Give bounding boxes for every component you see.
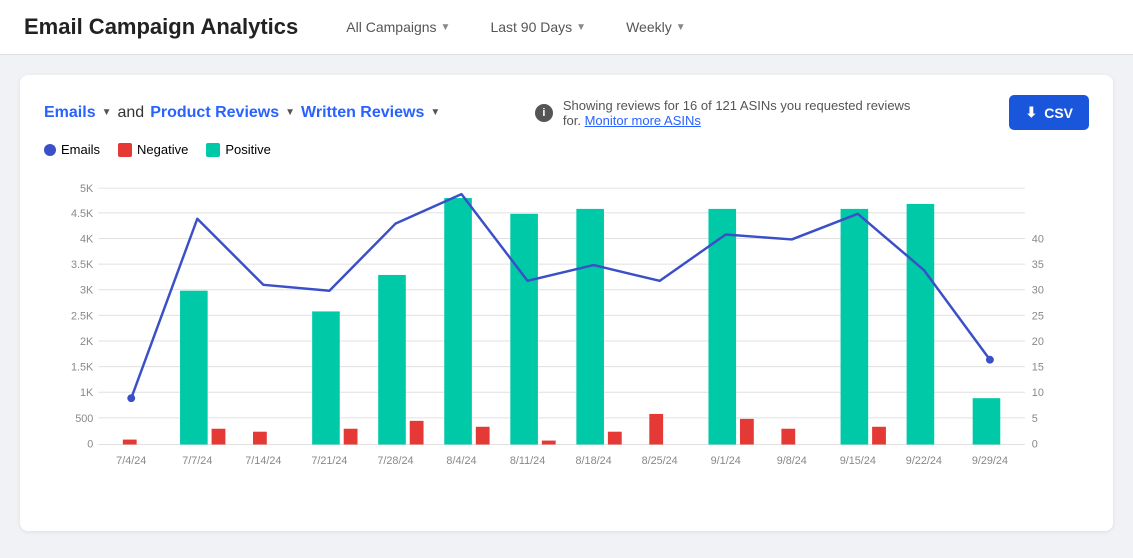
bar-pos-11	[841, 209, 869, 445]
chart-title: Emails ▼ and Product Reviews ▼ Written R…	[44, 104, 440, 122]
bar-neg-5	[476, 427, 490, 445]
emails-dropdown-icon[interactable]: ▼	[102, 107, 112, 118]
bar-pos-12	[907, 204, 935, 445]
line-dot-0	[127, 394, 135, 402]
svg-text:500: 500	[75, 413, 93, 425]
svg-text:5K: 5K	[80, 183, 94, 195]
positive-legend-dot	[206, 143, 220, 157]
svg-text:9/22/24: 9/22/24	[906, 455, 942, 467]
period-filter[interactable]: Weekly ▼	[618, 15, 694, 39]
download-icon: ⬇	[1025, 104, 1037, 121]
svg-text:9/1/24: 9/1/24	[711, 455, 741, 467]
legend-negative: Negative	[118, 142, 188, 157]
svg-text:25: 25	[1032, 310, 1044, 322]
svg-text:3K: 3K	[80, 285, 94, 297]
svg-text:7/21/24: 7/21/24	[311, 455, 347, 467]
svg-text:0: 0	[87, 438, 93, 450]
bar-neg-7	[608, 432, 622, 445]
campaigns-filter[interactable]: All Campaigns ▼	[338, 15, 458, 39]
bar-neg-10	[781, 429, 795, 445]
chevron-down-icon: ▼	[441, 22, 451, 33]
svg-text:0: 0	[1032, 438, 1038, 450]
chevron-down-icon: ▼	[576, 22, 586, 33]
svg-text:4.5K: 4.5K	[71, 208, 94, 220]
and-text: and	[118, 104, 145, 122]
svg-text:8/11/24: 8/11/24	[510, 455, 545, 467]
svg-text:8/18/24: 8/18/24	[576, 455, 612, 467]
svg-text:10: 10	[1032, 387, 1044, 399]
emails-label[interactable]: Emails	[44, 104, 96, 122]
page-header: Email Campaign Analytics All Campaigns ▼…	[0, 0, 1133, 55]
bar-neg-11	[872, 427, 886, 445]
svg-text:30: 30	[1032, 285, 1044, 297]
bar-neg-8	[649, 414, 663, 445]
bar-neg-0	[123, 440, 137, 445]
bar-neg-6	[542, 441, 556, 445]
days-filter[interactable]: Last 90 Days ▼	[482, 15, 594, 39]
svg-text:9/15/24: 9/15/24	[840, 455, 876, 467]
monitor-link[interactable]: Monitor more ASINs	[585, 113, 701, 128]
info-icon: i	[535, 104, 553, 122]
svg-text:7/28/24: 7/28/24	[377, 455, 413, 467]
negative-legend-dot	[118, 143, 132, 157]
page-title: Email Campaign Analytics	[24, 14, 298, 40]
svg-text:35: 35	[1032, 259, 1044, 271]
bar-neg-3	[344, 429, 358, 445]
bar-pos-7	[576, 209, 604, 445]
bar-pos-1	[180, 291, 208, 445]
bar-pos-6	[510, 214, 538, 445]
chart-info: i Showing reviews for 16 of 121 ASINs yo…	[535, 98, 915, 128]
bar-pos-3	[312, 311, 340, 444]
svg-text:2.5K: 2.5K	[71, 310, 94, 322]
svg-text:7/7/24: 7/7/24	[182, 455, 212, 467]
chevron-down-icon: ▼	[676, 22, 686, 33]
chart-area: 0 500 1K 1.5K 2K 2.5K 3K 3.5K 4K 4.5K 5K…	[44, 171, 1089, 511]
svg-text:2K: 2K	[80, 336, 94, 348]
line-dot-13	[986, 356, 994, 364]
reviews-label[interactable]: Product Reviews	[150, 104, 279, 122]
main-content: Emails ▼ and Product Reviews ▼ Written R…	[0, 55, 1133, 551]
svg-text:1K: 1K	[80, 387, 94, 399]
emails-legend-dot	[44, 144, 56, 156]
legend-positive: Positive	[206, 142, 271, 157]
reviews-dropdown-icon[interactable]: ▼	[285, 107, 295, 118]
written-label[interactable]: Written Reviews	[301, 104, 424, 122]
svg-text:9/8/24: 9/8/24	[777, 455, 807, 467]
bar-pos-5	[444, 198, 472, 444]
bar-pos-4	[378, 275, 406, 445]
chart-card: Emails ▼ and Product Reviews ▼ Written R…	[20, 75, 1113, 531]
svg-text:5: 5	[1032, 413, 1038, 425]
chart-header: Emails ▼ and Product Reviews ▼ Written R…	[44, 95, 1089, 130]
svg-text:8/25/24: 8/25/24	[642, 455, 678, 467]
svg-text:8/4/24: 8/4/24	[446, 455, 476, 467]
chart-legend: Emails Negative Positive	[44, 142, 1089, 157]
svg-text:7/4/24: 7/4/24	[116, 455, 146, 467]
csv-button[interactable]: ⬇ CSV	[1009, 95, 1089, 130]
svg-text:3.5K: 3.5K	[71, 259, 94, 271]
svg-text:4K: 4K	[80, 233, 94, 245]
chart-svg: 0 500 1K 1.5K 2K 2.5K 3K 3.5K 4K 4.5K 5K…	[44, 171, 1089, 511]
bar-pos-13	[973, 398, 1001, 444]
svg-text:20: 20	[1032, 336, 1044, 348]
svg-text:40: 40	[1032, 233, 1044, 245]
written-dropdown-icon[interactable]: ▼	[430, 107, 440, 118]
legend-emails: Emails	[44, 142, 100, 157]
bar-neg-4	[410, 421, 424, 445]
svg-text:9/29/24: 9/29/24	[972, 455, 1008, 467]
bar-neg-9	[740, 419, 754, 445]
svg-text:1.5K: 1.5K	[71, 362, 94, 374]
svg-text:15: 15	[1032, 362, 1044, 374]
svg-text:7/14/24: 7/14/24	[245, 455, 281, 467]
bar-neg-2	[253, 432, 267, 445]
info-text: Showing reviews for 16 of 121 ASINs you …	[563, 98, 915, 128]
bar-neg-1	[212, 429, 226, 445]
